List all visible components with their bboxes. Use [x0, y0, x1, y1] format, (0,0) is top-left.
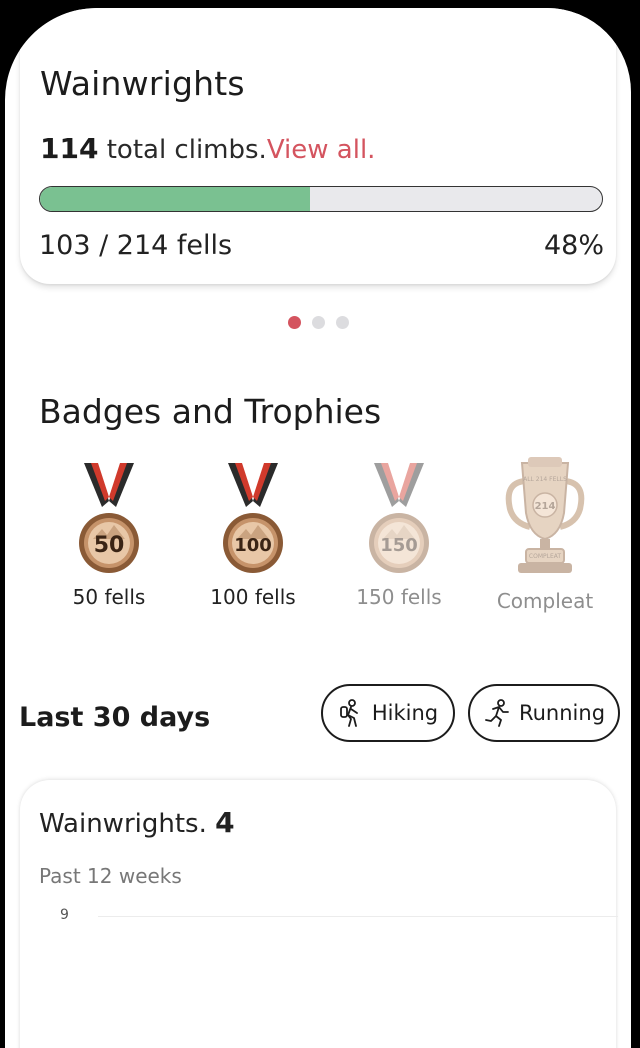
- medal-150-icon: 150: [369, 463, 429, 573]
- runner-icon: [485, 699, 509, 727]
- hiking-filter-button[interactable]: Hiking: [321, 684, 455, 742]
- card-title: Wainwrights: [40, 64, 245, 103]
- phone-frame: Wainwrights 114 total climbs.View all. 1…: [0, 0, 640, 1048]
- medal-50-icon: 50: [79, 463, 139, 573]
- grid-line: [98, 916, 618, 917]
- badges-title: Badges and Trophies: [39, 392, 382, 431]
- total-climbs-count: 114: [40, 132, 99, 165]
- svg-text:COMPLEAT: COMPLEAT: [529, 553, 561, 560]
- hiking-filter-label: Hiking: [371, 701, 439, 725]
- total-climbs: 114 total climbs.View all.: [40, 132, 375, 165]
- badge-label: 50 fells: [72, 585, 146, 609]
- weekly-count: 4: [215, 806, 235, 839]
- pager-dot-3[interactable]: [336, 316, 349, 329]
- svg-text:150: 150: [380, 535, 418, 556]
- summary-card[interactable]: Wainwrights 114 total climbs.View all. 1…: [20, 8, 616, 284]
- pager-dots: [288, 316, 349, 329]
- pager-dot-2[interactable]: [312, 316, 325, 329]
- running-filter-label: Running: [518, 701, 606, 725]
- badges-row: 50 50 fells 100 100 fells 150 150 fells …: [25, 457, 615, 643]
- svg-text:214: 214: [535, 501, 556, 512]
- progress-bar: [39, 186, 603, 212]
- svg-text:50: 50: [94, 533, 125, 558]
- badge-label: Compleat: [496, 589, 594, 613]
- pager-dot-1[interactable]: [288, 316, 301, 329]
- badge-50-fells[interactable]: 50 50 fells: [39, 463, 179, 609]
- weekly-title-label: Wainwrights.: [39, 809, 207, 839]
- app-screen: Wainwrights 114 total climbs.View all. 1…: [5, 8, 631, 1048]
- weekly-card[interactable]: Wainwrights. 4 Past 12 weeks 9: [20, 780, 618, 1048]
- weekly-card-title: Wainwrights. 4: [39, 806, 235, 839]
- weekly-subtitle: Past 12 weeks: [39, 864, 182, 888]
- fells-count: 103 / 214 fells: [39, 230, 233, 261]
- badge-100-fells[interactable]: 100 100 fells: [183, 463, 323, 609]
- last-30-days-title: Last 30 days: [19, 702, 211, 733]
- y-tick-label: 9: [60, 907, 69, 923]
- view-all-link[interactable]: View all.: [267, 135, 376, 165]
- medal-100-icon: 100: [223, 463, 283, 573]
- fells-percent: 48%: [543, 230, 604, 261]
- running-filter-button[interactable]: Running: [468, 684, 620, 742]
- progress-fill: [40, 187, 310, 211]
- trophy-icon: ALL 214 FELLS COMPLEAT 214: [505, 457, 585, 573]
- badge-150-fells[interactable]: 150 150 fells: [329, 463, 469, 609]
- hiker-icon: [339, 699, 358, 727]
- svg-text:ALL 214 FELLS: ALL 214 FELLS: [523, 476, 567, 483]
- svg-text:100: 100: [234, 535, 272, 556]
- total-climbs-label: total climbs.: [98, 135, 267, 165]
- badge-compleat[interactable]: ALL 214 FELLS COMPLEAT 214 Compleat: [475, 457, 615, 613]
- badge-label: 100 fells: [210, 585, 296, 609]
- badge-label: 150 fells: [356, 585, 442, 609]
